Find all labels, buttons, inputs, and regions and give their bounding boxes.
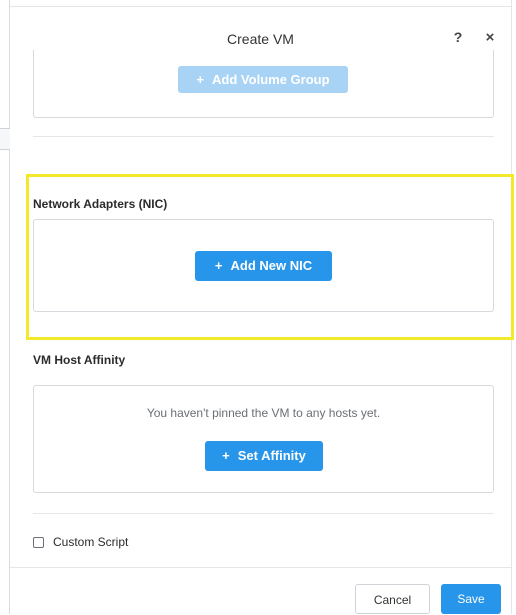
create-vm-dialog: Create VM ? × + Add Volume Group Network …	[0, 0, 516, 614]
add-volume-group-button[interactable]: + Add Volume Group	[178, 66, 348, 93]
add-volume-group-label: Add Volume Group	[212, 72, 330, 87]
plus-icon: +	[196, 72, 205, 87]
vm-host-affinity-panel: You haven't pinned the VM to any hosts y…	[33, 385, 494, 493]
custom-script-label: Custom Script	[53, 535, 129, 549]
dialog-title: Create VM	[227, 31, 294, 47]
affinity-empty-message: You haven't pinned the VM to any hosts y…	[146, 406, 381, 420]
set-affinity-label: Set Affinity	[237, 448, 306, 463]
help-icon[interactable]: ?	[450, 29, 466, 47]
side-panel-edge	[0, 128, 10, 150]
set-affinity-button[interactable]: + Set Affinity	[205, 441, 323, 471]
close-icon[interactable]: ×	[482, 29, 498, 47]
section-divider	[33, 136, 494, 137]
footer-divider	[10, 567, 511, 568]
plus-icon: +	[222, 448, 230, 463]
cancel-button[interactable]: Cancel	[355, 584, 430, 614]
custom-script-checkbox[interactable]	[33, 537, 44, 548]
vm-host-affinity-label: VM Host Affinity	[33, 353, 126, 367]
section-divider	[33, 513, 494, 514]
dialog-left-border	[9, 0, 10, 614]
highlight-box	[26, 174, 514, 340]
volume-group-panel: + Add Volume Group	[33, 50, 494, 118]
save-button[interactable]: Save	[441, 584, 501, 614]
